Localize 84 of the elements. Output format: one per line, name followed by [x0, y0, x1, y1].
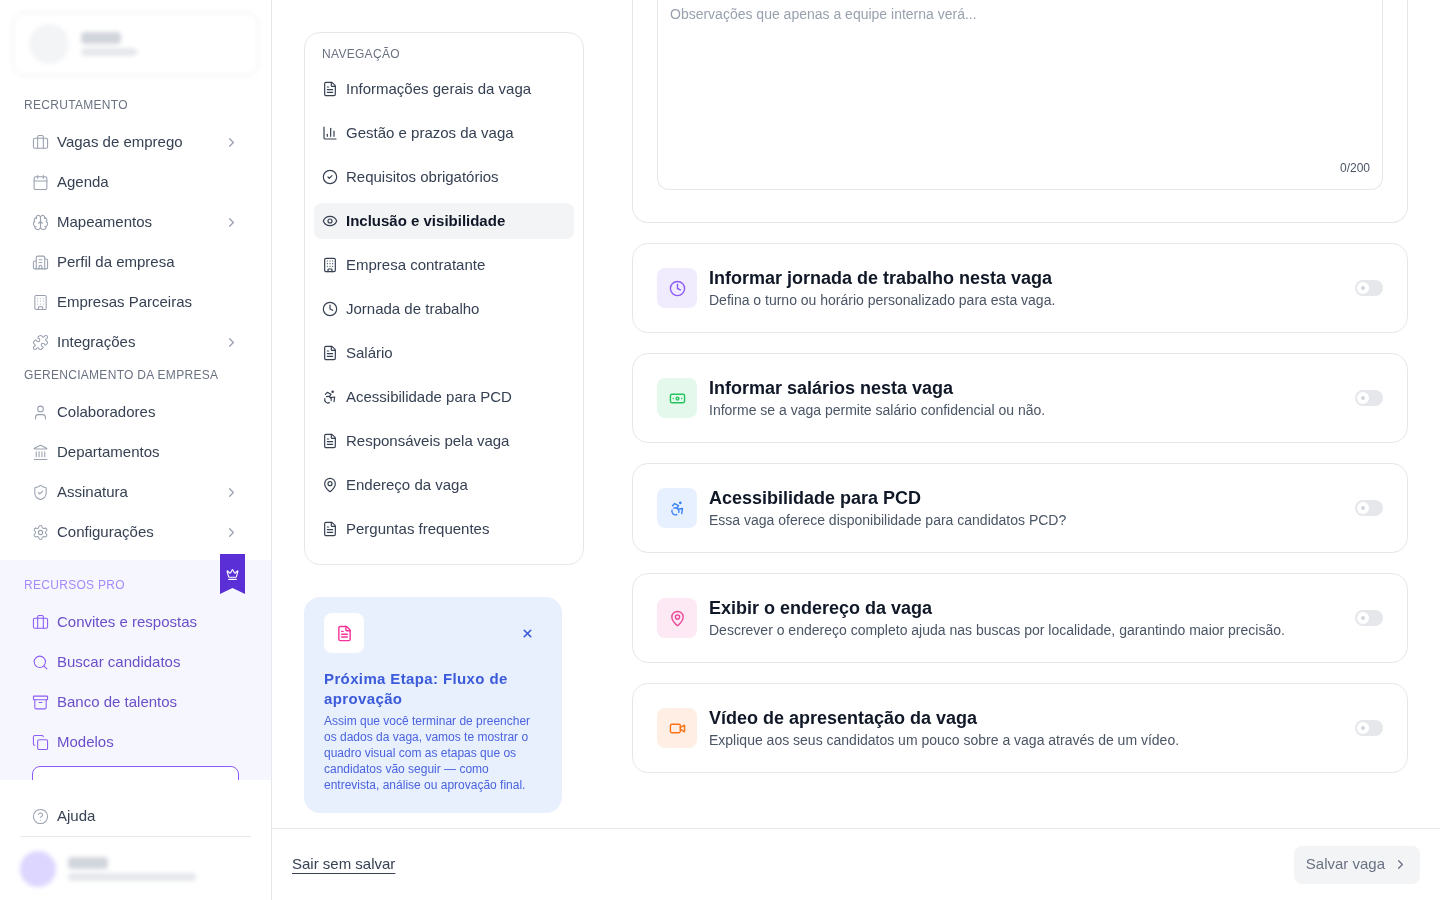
info-text: Assim que você terminar de preencher os dados da vaga, vamos te mostrar o quadro visual com as etapas que os candidatos vão seguir — como entrevista, análise ou aprovação final. — [324, 713, 532, 793]
building-icon — [322, 257, 338, 273]
building-icon — [32, 253, 49, 271]
settings-icon — [32, 523, 49, 541]
option-title: Vídeo de apresentação da vaga — [709, 706, 979, 730]
document-icon — [335, 624, 353, 642]
document-icon — [322, 81, 338, 97]
sidebar-item[interactable]: Departamentos — [20, 432, 251, 472]
text-placeholder — [81, 32, 121, 44]
option-title: Informar jornada de trabalho nesta vaga — [709, 266, 1054, 290]
notes-input[interactable]: Observações que apenas a equipe interna verá... — [670, 4, 1370, 28]
toggle-switch[interactable] — [1355, 610, 1383, 626]
toggle-switch[interactable] — [1355, 390, 1383, 406]
option-description: Descrever o endereço completo ajuda nas buscas por localidade, garantindo maior precisão. — [709, 620, 1286, 640]
eye-icon — [322, 213, 338, 229]
section-heading: RECURSOS PRO — [23, 577, 126, 594]
nav-item[interactable]: Gestão e prazos da vaga — [314, 115, 574, 151]
search-icon — [32, 653, 49, 671]
toggle-switch[interactable] — [1355, 280, 1383, 296]
avatar-placeholder — [20, 850, 56, 887]
sidebar-item[interactable]: Ajuda — [20, 796, 251, 836]
nav-item[interactable]: Requisitos obrigatórios — [314, 159, 574, 195]
shield-icon — [32, 483, 49, 501]
calendar-icon — [32, 173, 49, 191]
sidebar-item[interactable]: Colaboradores — [20, 392, 251, 432]
briefcase-icon — [32, 133, 49, 151]
exit-link[interactable]: Sair sem salvar — [292, 853, 396, 876]
text-placeholder — [68, 856, 108, 869]
nav-item[interactable]: Jornada de trabalho — [314, 291, 574, 327]
document-icon — [322, 521, 338, 537]
nav-item[interactable]: Acessibilidade para PCD — [314, 379, 574, 415]
sidebar-item[interactable]: Agenda — [20, 162, 251, 202]
map-pin-icon — [322, 477, 338, 493]
section-heading: RECRUTAMENTO — [23, 97, 129, 114]
clock-icon — [322, 301, 338, 317]
toggle-switch[interactable] — [1355, 720, 1383, 736]
option-description: Defina o turno ou horário personalizado para esta vaga. — [709, 290, 1057, 310]
nav-item[interactable]: Inclusão e visibilidade — [314, 203, 574, 239]
brain-icon — [32, 213, 49, 231]
nav-item[interactable]: Responsáveis pela vaga — [314, 423, 574, 459]
toggle-switch[interactable] — [1355, 500, 1383, 516]
sidebar-item[interactable]: Buscar candidatos — [20, 642, 251, 682]
accessibility-icon — [322, 389, 338, 405]
help-icon — [32, 807, 49, 825]
account-card[interactable] — [12, 12, 259, 76]
sidebar-item[interactable]: Banco de talentos — [20, 682, 251, 722]
option-title: Informar salários nesta vaga — [709, 376, 955, 400]
character-counter: 0/200 — [1338, 160, 1370, 177]
notes-field[interactable]: Observações que apenas a equipe interna verá... 0/200 — [657, 0, 1383, 190]
option-description: Informe se a vaga permite salário confidencial ou não. — [709, 400, 1047, 420]
option-description: Explique aos seus candidatos um pouco sobre a vaga através de um vídeo. — [709, 730, 1181, 750]
close-button[interactable] — [521, 626, 534, 640]
briefcase-icon — [32, 613, 49, 631]
copy-icon — [32, 733, 49, 751]
sidebar-item[interactable]: Vagas de emprego — [20, 122, 251, 162]
building-icon — [32, 293, 49, 311]
text-placeholder — [81, 48, 137, 56]
sidebar-item[interactable]: Configurações — [20, 512, 251, 552]
sidebar-item[interactable]: Empresas Parceiras — [20, 282, 251, 322]
user-icon — [32, 403, 49, 421]
nav-item[interactable]: Informações gerais da vaga — [314, 71, 574, 107]
panel-heading: NAVEGAÇÃO — [321, 46, 401, 63]
document-icon — [322, 433, 338, 449]
section-heading: GERENCIAMENTO DA EMPRESA — [23, 367, 220, 384]
nav-item[interactable]: Endereço da vaga — [314, 467, 574, 503]
check-circle-icon — [322, 169, 338, 185]
option-title: Acessibilidade para PCD — [709, 486, 923, 510]
bank-icon — [32, 443, 49, 461]
sidebar-item[interactable]: Perfil da empresa — [20, 242, 251, 282]
archive-icon — [32, 693, 49, 711]
nav-item[interactable]: Salário — [314, 335, 574, 371]
sidebar-item[interactable]: Integrações — [20, 322, 251, 362]
option-title: Exibir o endereço da vaga — [709, 596, 934, 620]
sidebar-item[interactable]: Convites e respostas — [20, 602, 251, 642]
info-title: Próxima Etapa: Fluxo de aprovação — [324, 669, 509, 709]
sidebar-item[interactable]: Mapeamentos — [20, 202, 251, 242]
nav-item[interactable]: Empresa contratante — [314, 247, 574, 283]
puzzle-icon — [32, 333, 49, 351]
sidebar-item[interactable]: Assinatura — [20, 472, 251, 512]
option-description: Essa vaga oferece disponibilidade para candidatos PCD? — [709, 510, 1068, 530]
sidebar-item[interactable]: Modelos — [20, 722, 251, 762]
nav-item[interactable]: Perguntas frequentes — [314, 511, 574, 547]
document-icon — [322, 345, 338, 361]
bar-chart-icon — [322, 125, 338, 141]
